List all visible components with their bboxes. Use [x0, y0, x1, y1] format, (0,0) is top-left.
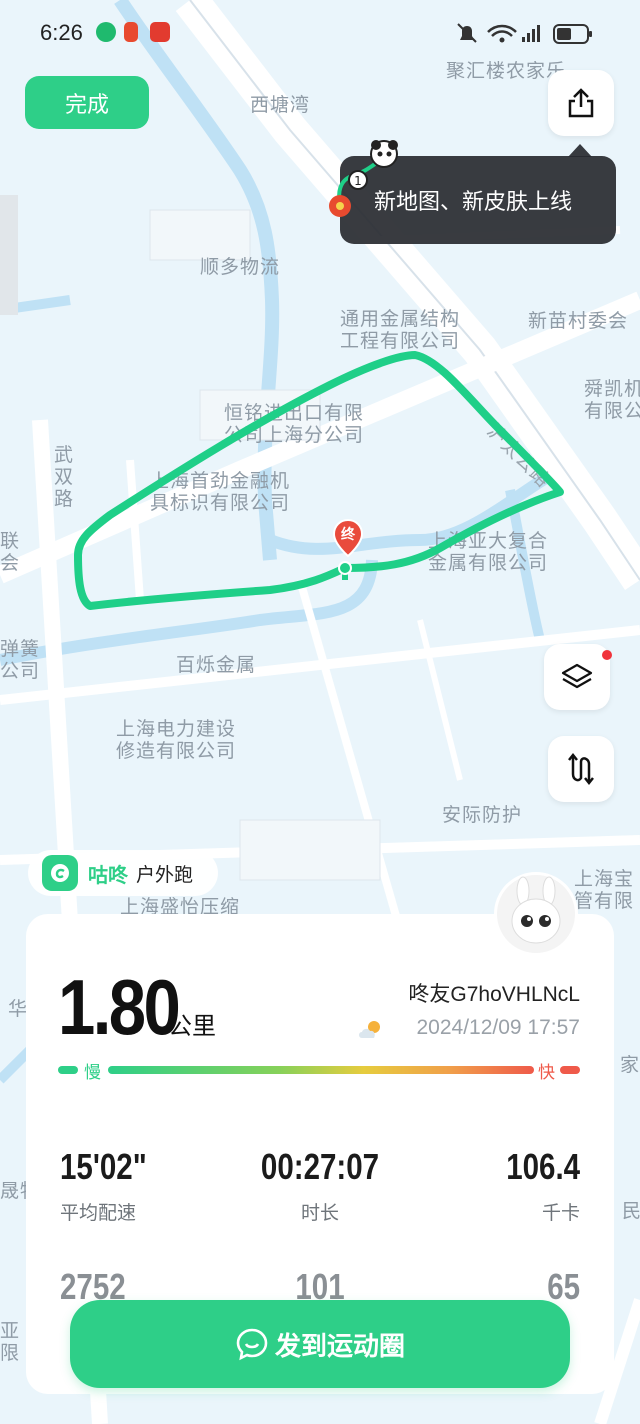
notification-dot: [602, 650, 612, 660]
mascot-avatar[interactable]: [494, 872, 578, 956]
pace-slow-label: 慢: [84, 1063, 101, 1083]
share-to-feed-button[interactable]: 发到运动圈: [70, 1300, 570, 1388]
map-layers-button[interactable]: [544, 644, 610, 710]
pace-fast-dash: [560, 1066, 580, 1074]
avg-pace-value: 15'02": [60, 1146, 147, 1187]
pace-fast-label: 快: [538, 1063, 555, 1083]
mascot-icon: [511, 876, 561, 944]
calories-value: 106.4: [506, 1146, 580, 1187]
share-to-feed-label: 发到运动圈: [274, 1331, 405, 1362]
layers-icon: [561, 663, 593, 689]
end-marker[interactable]: 终: [332, 518, 364, 558]
username: 咚友G7hoVHLNcL: [408, 983, 580, 1006]
pace-gradient-bar: [108, 1066, 534, 1074]
sport-type: 户外跑: [136, 863, 194, 886]
done-button[interactable]: 完成: [25, 76, 149, 129]
app-notification-icon: [124, 22, 138, 42]
chat-bubble-icon: [236, 1328, 268, 1361]
route-toggle-button[interactable]: [548, 736, 614, 802]
status-time: 6:26: [40, 20, 83, 45]
avg-pace-label: 平均配速: [60, 1202, 137, 1224]
duration-value: 00:27:07: [260, 1146, 380, 1187]
distance-unit: 公里: [168, 1012, 216, 1040]
run-datetime: 2024/12/09 17:57: [416, 1016, 581, 1039]
pace-slow-dash: [58, 1066, 78, 1074]
panda-flower-icon: 1: [329, 140, 398, 217]
end-marker-label: 终: [341, 527, 355, 543]
svg-text:1: 1: [354, 174, 362, 188]
weather-icon: [359, 1021, 380, 1038]
codoon-logo-icon: [42, 855, 78, 891]
app-notification-icon: [96, 22, 116, 42]
distance-value: 1.80: [58, 963, 181, 1051]
calories-label: 千卡: [541, 1202, 580, 1224]
status-icons: [457, 23, 592, 44]
share-button[interactable]: [548, 70, 614, 136]
brand-name: 咕咚: [88, 862, 128, 887]
status-bar: 6:26: [0, 0, 640, 68]
brand-chip: 咕咚 户外跑: [28, 850, 218, 896]
app-notification-icon: [150, 22, 170, 42]
share-icon: [568, 88, 594, 118]
route-toggle-icon: [568, 752, 594, 786]
duration-label: 时长: [300, 1202, 339, 1224]
